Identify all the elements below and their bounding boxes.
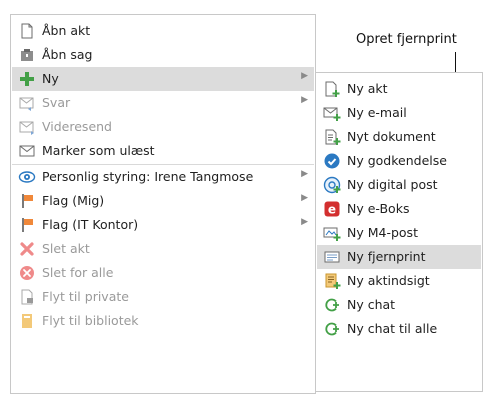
menu-item-new[interactable]: Ny ▶ [12, 67, 314, 91]
svg-text:e: e [328, 202, 336, 216]
menu-item-open-case[interactable]: Åbn sag [12, 43, 314, 67]
new-email-icon [323, 104, 341, 122]
submenu-arrow-icon: ▶ [301, 169, 308, 179]
menu-item-label: Ny [42, 71, 59, 86]
approval-check-icon [323, 152, 341, 170]
submenu-item-new-text-document[interactable]: Nyt dokument [317, 125, 481, 149]
menu-item-label: Nyt dokument [347, 129, 436, 144]
menu-item-label: Flag (Mig) [42, 193, 105, 208]
menu-item-label: Flag (IT Kontor) [42, 217, 139, 232]
menu-item-label: Ny e-Boks [347, 201, 410, 216]
menu-item-label: Ny chat [347, 297, 396, 312]
envelope-icon [18, 142, 36, 160]
menu-item-label: Flyt til bibliotek [42, 313, 139, 328]
menu-item-move-to-library[interactable]: Flyt til bibliotek [12, 309, 314, 333]
menu-item-label: Svar [42, 95, 71, 110]
chat-all-icon [323, 320, 341, 338]
menu-item-personal-control[interactable]: Personlig styring: Irene Tangmose ▶ [12, 165, 314, 189]
menu-item-label: Åbn akt [42, 23, 91, 38]
submenu-item-new-access-request[interactable]: Ny aktindsigt [317, 269, 481, 293]
submenu-arrow-icon: ▶ [301, 217, 308, 227]
submenu-item-new-m4-post[interactable]: Ny M4-post [317, 221, 481, 245]
eboks-icon: e [323, 200, 341, 218]
case-folder-icon [18, 46, 36, 64]
menu-item-mark-unread[interactable]: Marker som ulæst [12, 139, 314, 163]
menu-item-label: Personlig styring: Irene Tangmose [42, 169, 254, 184]
flag-icon [18, 216, 36, 234]
submenu-arrow-icon: ▶ [301, 71, 308, 81]
menu-item-label: Åbn sag [42, 47, 93, 62]
menu-item-label: Slet akt [42, 241, 90, 256]
plus-icon [18, 70, 36, 88]
menu-item-move-to-private[interactable]: Flyt til private [12, 285, 314, 309]
library-icon [18, 312, 36, 330]
submenu-item-new-digital-post[interactable]: Ny digital post [317, 173, 481, 197]
menu-item-label: Ny akt [347, 81, 388, 96]
menu-item-flag-it-office[interactable]: Flag (IT Kontor) ▶ [12, 213, 314, 237]
document-icon [18, 22, 36, 40]
forward-mail-icon [18, 118, 36, 136]
delete-circle-icon [18, 264, 36, 282]
submenu-item-new-eboks[interactable]: e Ny e-Boks [317, 197, 481, 221]
submenu-item-new-remote-print[interactable]: Ny fjernprint [317, 245, 481, 269]
submenu-arrow-icon: ▶ [301, 95, 308, 105]
menu-item-label: Ny aktindsigt [347, 273, 430, 288]
m4-post-icon [323, 224, 341, 242]
menu-item-label: Slet for alle [42, 265, 114, 280]
menu-item-label: Ny e-mail [347, 105, 407, 120]
context-menu: Åbn akt Åbn sag Ny ▶ Svar ▶ Videresend M… [10, 14, 316, 394]
eye-icon [18, 168, 36, 186]
submenu-new: Ny akt Ny e-mail Nyt dokument Ny godkend… [315, 72, 483, 392]
submenu-item-new-approval[interactable]: Ny godkendelse [317, 149, 481, 173]
submenu-item-new-chat-all[interactable]: Ny chat til alle [317, 317, 481, 341]
flag-icon [18, 192, 36, 210]
menu-item-label: Ny chat til alle [347, 321, 438, 336]
menu-item-label: Ny digital post [347, 177, 438, 192]
remote-print-icon [323, 248, 341, 266]
menu-item-label: Marker som ulæst [42, 143, 155, 158]
menu-item-label: Videresend [42, 119, 112, 134]
submenu-item-new-document[interactable]: Ny akt [317, 77, 481, 101]
move-private-icon [18, 288, 36, 306]
access-request-icon [323, 272, 341, 290]
submenu-item-new-email[interactable]: Ny e-mail [317, 101, 481, 125]
menu-item-delete-document[interactable]: Slet akt [12, 237, 314, 261]
new-text-document-icon [323, 128, 341, 146]
menu-item-forward[interactable]: Videresend [12, 115, 314, 139]
delete-x-icon [18, 240, 36, 258]
reply-mail-icon [18, 94, 36, 112]
callout-label: Opret fjernprint [356, 32, 457, 47]
menu-item-reply[interactable]: Svar ▶ [12, 91, 314, 115]
submenu-arrow-icon: ▶ [301, 193, 308, 203]
digital-post-icon [323, 176, 341, 194]
menu-item-label: Ny M4-post [347, 225, 418, 240]
new-document-icon [323, 80, 341, 98]
menu-item-label: Flyt til private [42, 289, 129, 304]
menu-item-flag-me[interactable]: Flag (Mig) ▶ [12, 189, 314, 213]
menu-item-label: Ny godkendelse [347, 153, 447, 168]
submenu-item-new-chat[interactable]: Ny chat [317, 293, 481, 317]
menu-item-label: Ny fjernprint [347, 249, 426, 264]
menu-item-delete-for-all[interactable]: Slet for alle [12, 261, 314, 285]
chat-icon [323, 296, 341, 314]
menu-item-open-document[interactable]: Åbn akt [12, 19, 314, 43]
